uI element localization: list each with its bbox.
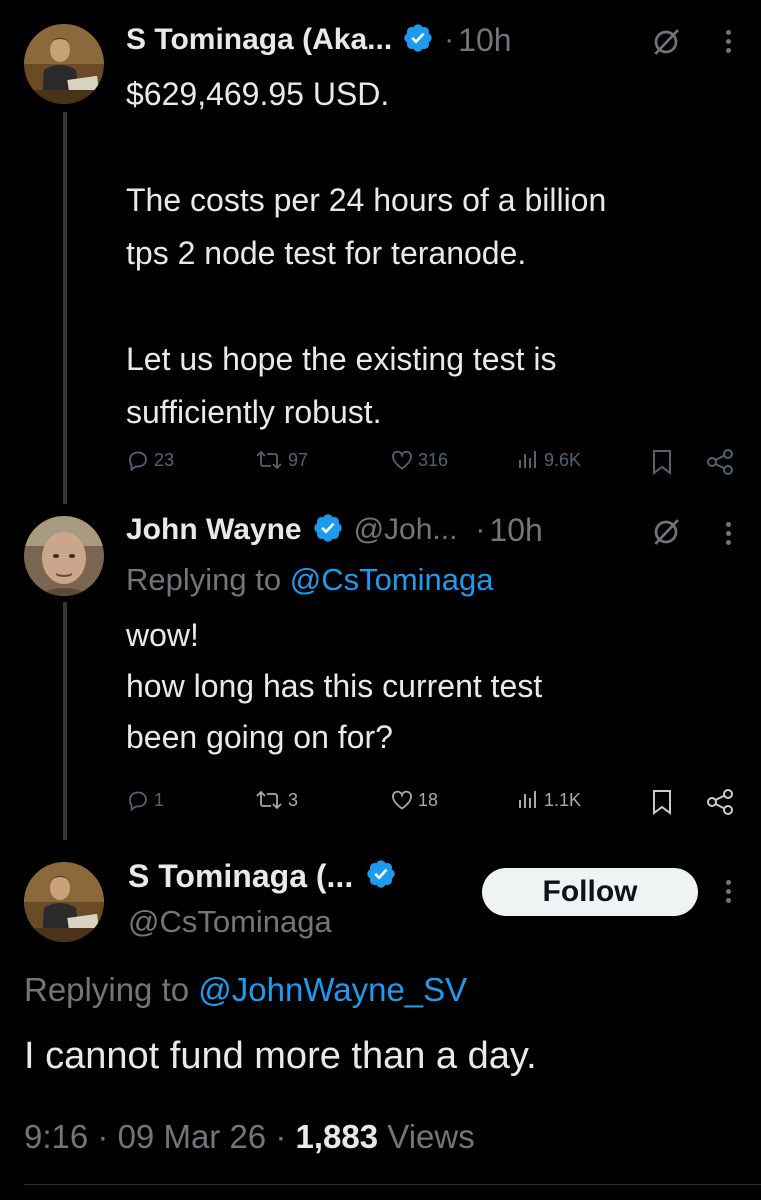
verified-badge-icon [365,858,397,895]
post-time[interactable]: 9:16 [24,1118,88,1155]
replying-to-handle-link[interactable]: @JohnWayne_SV [198,971,467,1008]
avatar[interactable] [24,24,104,104]
views-count: 9.6K [544,449,582,470]
views-button[interactable]: 1.1K [516,788,581,812]
tweet-actions: 23 97 316 9.6K [126,448,746,478]
share-icon[interactable] [706,448,736,476]
views-icon [516,788,540,812]
reply-count: 23 [154,449,175,470]
timestamp[interactable]: 10h [458,22,511,59]
tweet-actions: 1 3 18 1.1K [126,788,746,818]
author-name[interactable]: S Tominaga (Aka... [126,23,392,57]
more-vertical-icon[interactable] [726,30,732,57]
views-label: Views [387,1118,475,1155]
repost-count: 3 [288,789,299,810]
author-handle[interactable]: @CsTominaga [128,902,332,942]
reply-icon [126,448,150,472]
repost-count: 97 [288,449,309,470]
bookmark-icon[interactable] [650,788,674,816]
separator-dot: · [275,1118,287,1155]
replying-to: Replying to @CsTominaga [126,556,494,604]
tweet-text: wow! how long has this current test been… [126,610,542,763]
replying-to-label: Replying to [24,971,199,1008]
thread-connector-line [63,112,67,504]
separator-dot: · [444,23,455,56]
divider [24,1184,761,1185]
post-date[interactable]: 09 Mar 26 [118,1118,267,1155]
replying-to: Replying to @JohnWayne_SV [24,966,467,1014]
reply-button[interactable]: 23 [126,448,174,472]
tweet-text-line: tps 2 node test for teranode. [126,235,527,271]
views-count: 1,883 [295,1118,379,1155]
like-button[interactable]: 316 [390,448,448,472]
more-vertical-icon[interactable] [726,880,732,907]
tweet-text-line: how long has this current test [126,668,543,704]
like-count: 316 [418,449,449,470]
verified-badge-icon [402,22,434,59]
repost-button[interactable]: 97 [254,448,308,472]
like-icon [390,788,414,812]
separator-dot: · [97,1118,109,1155]
tweet-text-line: wow! [126,617,199,653]
separator-dot: · [475,513,486,546]
views-button[interactable]: 9.6K [516,448,581,472]
views-icon [516,448,540,472]
author-name[interactable]: S Tominaga (... [128,858,353,895]
avatar[interactable] [24,516,104,596]
repost-icon [254,448,284,472]
grok-icon[interactable] [650,516,682,548]
tweet-text-line: The costs per 24 hours of a billion [126,182,607,218]
tweet-text-line: Let us hope the existing test is [126,341,557,377]
like-count: 18 [418,789,439,810]
avatar[interactable] [24,862,104,942]
tweet-meta: 9:16 · 09 Mar 26 · 1,883 Views [24,1114,475,1160]
follow-button[interactable]: Follow [482,868,698,916]
tweet-text-line [126,121,606,174]
tweet-text-line: sufficiently robust. [126,394,382,430]
reply-icon [126,788,150,812]
like-button[interactable]: 18 [390,788,438,812]
thread-connector-line [63,602,67,840]
tweet-text-line: $629,469.95 USD. [126,76,390,112]
reply-button[interactable]: 1 [126,788,164,812]
replying-to-handle-link[interactable]: @CsTominaga [290,562,494,597]
tweet-text-line [126,280,606,333]
tweet-text-line: been going on for? [126,719,393,755]
timestamp[interactable]: 10h [489,512,542,549]
more-vertical-icon[interactable] [726,522,732,549]
tweet-text: $629,469.95 USD. The costs per 24 hours … [126,68,606,439]
repost-icon [254,788,284,812]
grok-icon[interactable] [650,26,682,58]
replying-to-label: Replying to [126,562,290,597]
views-count: 1.1K [544,789,582,810]
main-tweet-text: I cannot fund more than a day. [24,1035,537,1077]
like-icon [390,448,414,472]
reply-count: 1 [154,789,165,810]
author-handle[interactable]: @Joh... [354,513,458,547]
repost-button[interactable]: 3 [254,788,298,812]
verified-badge-icon [312,512,344,549]
author-name[interactable]: John Wayne [126,513,302,547]
bookmark-icon[interactable] [650,448,674,476]
share-icon[interactable] [706,788,736,816]
